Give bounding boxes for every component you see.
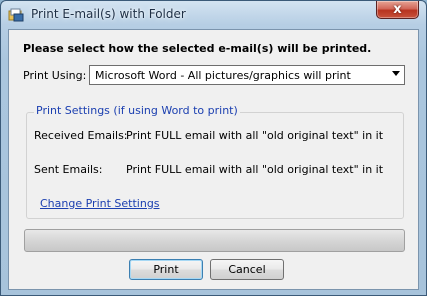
print-using-value: Microsoft Word - All pictures/graphics w… <box>95 69 351 82</box>
title-bar[interactable]: Print E-mail(s) with Folder x <box>1 1 426 29</box>
print-button[interactable]: Print <box>129 259 203 280</box>
instruction-heading: Please select how the selected e-mail(s)… <box>23 42 372 55</box>
dialog-window: Print E-mail(s) with Folder x Please sel… <box>0 0 427 296</box>
print-using-dropdown[interactable]: Microsoft Word - All pictures/graphics w… <box>89 65 405 85</box>
dialog-body: Please select how the selected e-mail(s)… <box>8 29 419 290</box>
window-title: Print E-mail(s) with Folder <box>31 7 186 21</box>
received-emails-value: Print FULL email with all "old original … <box>126 129 384 142</box>
change-print-settings-link[interactable]: Change Print Settings <box>40 197 160 210</box>
progress-bar <box>24 229 405 252</box>
printer-folder-icon <box>8 8 24 22</box>
sent-emails-label: Sent Emails: <box>34 163 103 176</box>
close-icon: x <box>393 2 402 17</box>
print-using-label: Print Using: <box>23 69 87 82</box>
print-settings-legend: Print Settings (if using Word to print) <box>34 104 240 117</box>
close-button[interactable]: x <box>376 1 419 19</box>
sent-emails-value: Print FULL email with all "old original … <box>126 163 384 176</box>
cancel-button[interactable]: Cancel <box>210 259 284 280</box>
chevron-down-icon[interactable] <box>392 71 400 76</box>
received-emails-label: Received Emails: <box>34 129 128 142</box>
